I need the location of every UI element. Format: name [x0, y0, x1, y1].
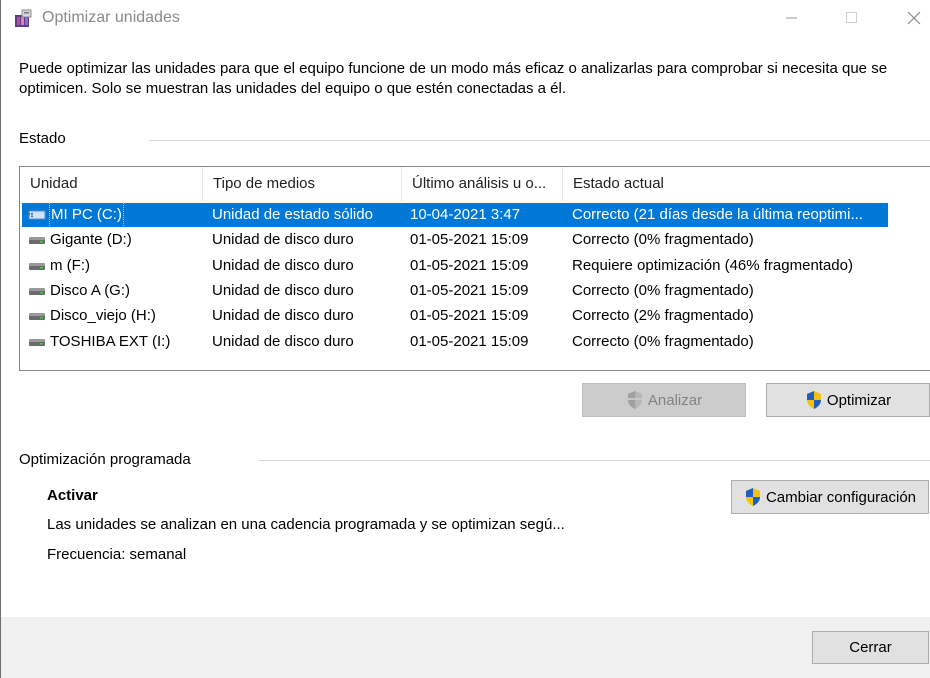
optimize-button[interactable]: Optimizar: [766, 383, 930, 417]
minimize-button[interactable]: [769, 0, 815, 36]
cell-current-status: Correcto (0% fragmentado): [572, 332, 754, 350]
close-window-button[interactable]: [891, 0, 930, 36]
uac-shield-icon: [745, 488, 760, 506]
uac-shield-icon: [627, 391, 642, 409]
table-row[interactable]: m (F:) Unidad de disco duro 01-05-2021 15:…: [22, 254, 888, 278]
minimize-icon: [786, 17, 797, 19]
hard-drive-icon: [29, 237, 45, 245]
cell-last-analysis: 01-05-2021 15:09: [410, 332, 529, 350]
schedule-description: Las unidades se analizan en una cadencia…: [47, 516, 565, 533]
schedule-group-divider: [259, 460, 930, 461]
cell-media-type: Unidad de estado sólido: [212, 206, 373, 223]
close-icon: [907, 11, 921, 25]
window-title: Optimizar unidades: [42, 9, 180, 26]
change-settings-button[interactable]: Cambiar configuración: [731, 480, 929, 514]
cell-media-type: Unidad de disco duro: [212, 231, 354, 249]
cell-media-type: Unidad de disco duro: [212, 332, 354, 350]
table-row[interactable]: TOSHIBA EXT (I:) Unidad de disco duro 01-0…: [22, 330, 888, 354]
cell-last-analysis: 01-05-2021 15:09: [410, 281, 529, 299]
cell-unit: MI PC (C:): [22, 203, 203, 227]
dialog-footer: Cerrar: [1, 617, 930, 678]
column-header-unit[interactable]: Unidad: [20, 167, 203, 201]
drive-name: m (F:): [50, 256, 90, 274]
drive-name: Disco_viejo (H:): [50, 307, 156, 325]
title-bar[interactable]: Optimizar unidades: [1, 0, 930, 38]
analyze-button-label: Analizar: [647, 391, 703, 409]
cell-unit: Disco_viejo (H:): [22, 304, 203, 328]
hard-drive-icon: [29, 313, 45, 321]
table-row[interactable]: Disco_viejo (H:) Unidad de disco duro 01-0…: [22, 304, 888, 328]
list-header: Unidad Tipo de medios Último análisis u …: [20, 167, 888, 201]
cell-current-status: Correcto (0% fragmentado): [572, 281, 754, 299]
change-settings-button-label: Cambiar configuración: [765, 488, 917, 506]
column-header-media-type[interactable]: Tipo de medios: [203, 167, 402, 201]
uac-shield-icon: [806, 391, 821, 409]
close-button[interactable]: Cerrar: [812, 631, 929, 664]
table-row[interactable]: MI PC (C:) Unidad de estado sólido 10-04-2…: [22, 203, 888, 227]
maximize-button[interactable]: [829, 0, 875, 36]
optimize-drives-window: Optimizar unidades Puede optimizar las u…: [0, 0, 930, 678]
ssd-drive-icon: [28, 209, 46, 220]
hard-drive-icon: [29, 262, 45, 270]
schedule-frequency: Frecuencia: semanal: [47, 546, 187, 563]
cell-unit: TOSHIBA EXT (I:): [22, 330, 203, 354]
status-group-divider: [149, 140, 930, 141]
cell-current-status: Correcto (2% fragmentado): [572, 307, 754, 325]
schedule-group-title: Optimización programada: [19, 451, 191, 468]
optimize-button-label: Optimizar: [826, 391, 892, 409]
cell-unit: Gigante (D:): [22, 228, 203, 252]
close-button-label: Cerrar: [849, 639, 892, 656]
drive-name: MI PC (C:): [49, 203, 124, 227]
status-group-title: Estado: [19, 130, 66, 147]
drives-list[interactable]: Unidad Tipo de medios Último análisis u …: [19, 166, 930, 371]
schedule-state: Activar: [47, 487, 98, 504]
cell-media-type: Unidad de disco duro: [212, 256, 354, 274]
table-row[interactable]: Gigante (D:) Unidad de disco duro 01-05-20…: [22, 228, 888, 252]
drive-name: Gigante (D:): [50, 231, 132, 249]
cell-last-analysis: 10-04-2021 3:47: [410, 206, 521, 223]
cell-media-type: Unidad de disco duro: [212, 281, 354, 299]
list-empty-area: [887, 167, 930, 370]
description-text: Puede optimizar las unidades para que el…: [19, 60, 888, 97]
analyze-button[interactable]: Analizar: [582, 383, 746, 417]
cell-media-type: Unidad de disco duro: [212, 307, 354, 325]
cell-last-analysis: 01-05-2021 15:09: [410, 307, 529, 325]
hard-drive-icon: [29, 338, 45, 346]
cell-unit: m (F:): [22, 254, 203, 278]
drive-name: TOSHIBA EXT (I:): [50, 332, 171, 350]
cell-current-status: Correcto (21 días desde la última reopti…: [572, 206, 863, 223]
table-row[interactable]: Disco A (G:) Unidad de disco duro 01-05-20…: [22, 279, 888, 303]
cell-last-analysis: 01-05-2021 15:09: [410, 231, 529, 249]
maximize-icon: [846, 12, 857, 23]
cell-unit: Disco A (G:): [22, 279, 203, 303]
column-header-current-status[interactable]: Estado actual: [563, 167, 888, 201]
defrag-app-icon: [15, 9, 32, 27]
cell-last-analysis: 01-05-2021 15:09: [410, 256, 529, 274]
cell-current-status: Requiere optimización (46% fragmentado): [572, 256, 853, 274]
drive-name: Disco A (G:): [50, 281, 131, 299]
cell-current-status: Correcto (0% fragmentado): [572, 231, 754, 249]
hard-drive-icon: [29, 287, 45, 295]
column-header-last-analysis[interactable]: Último análisis u o...: [402, 167, 563, 201]
